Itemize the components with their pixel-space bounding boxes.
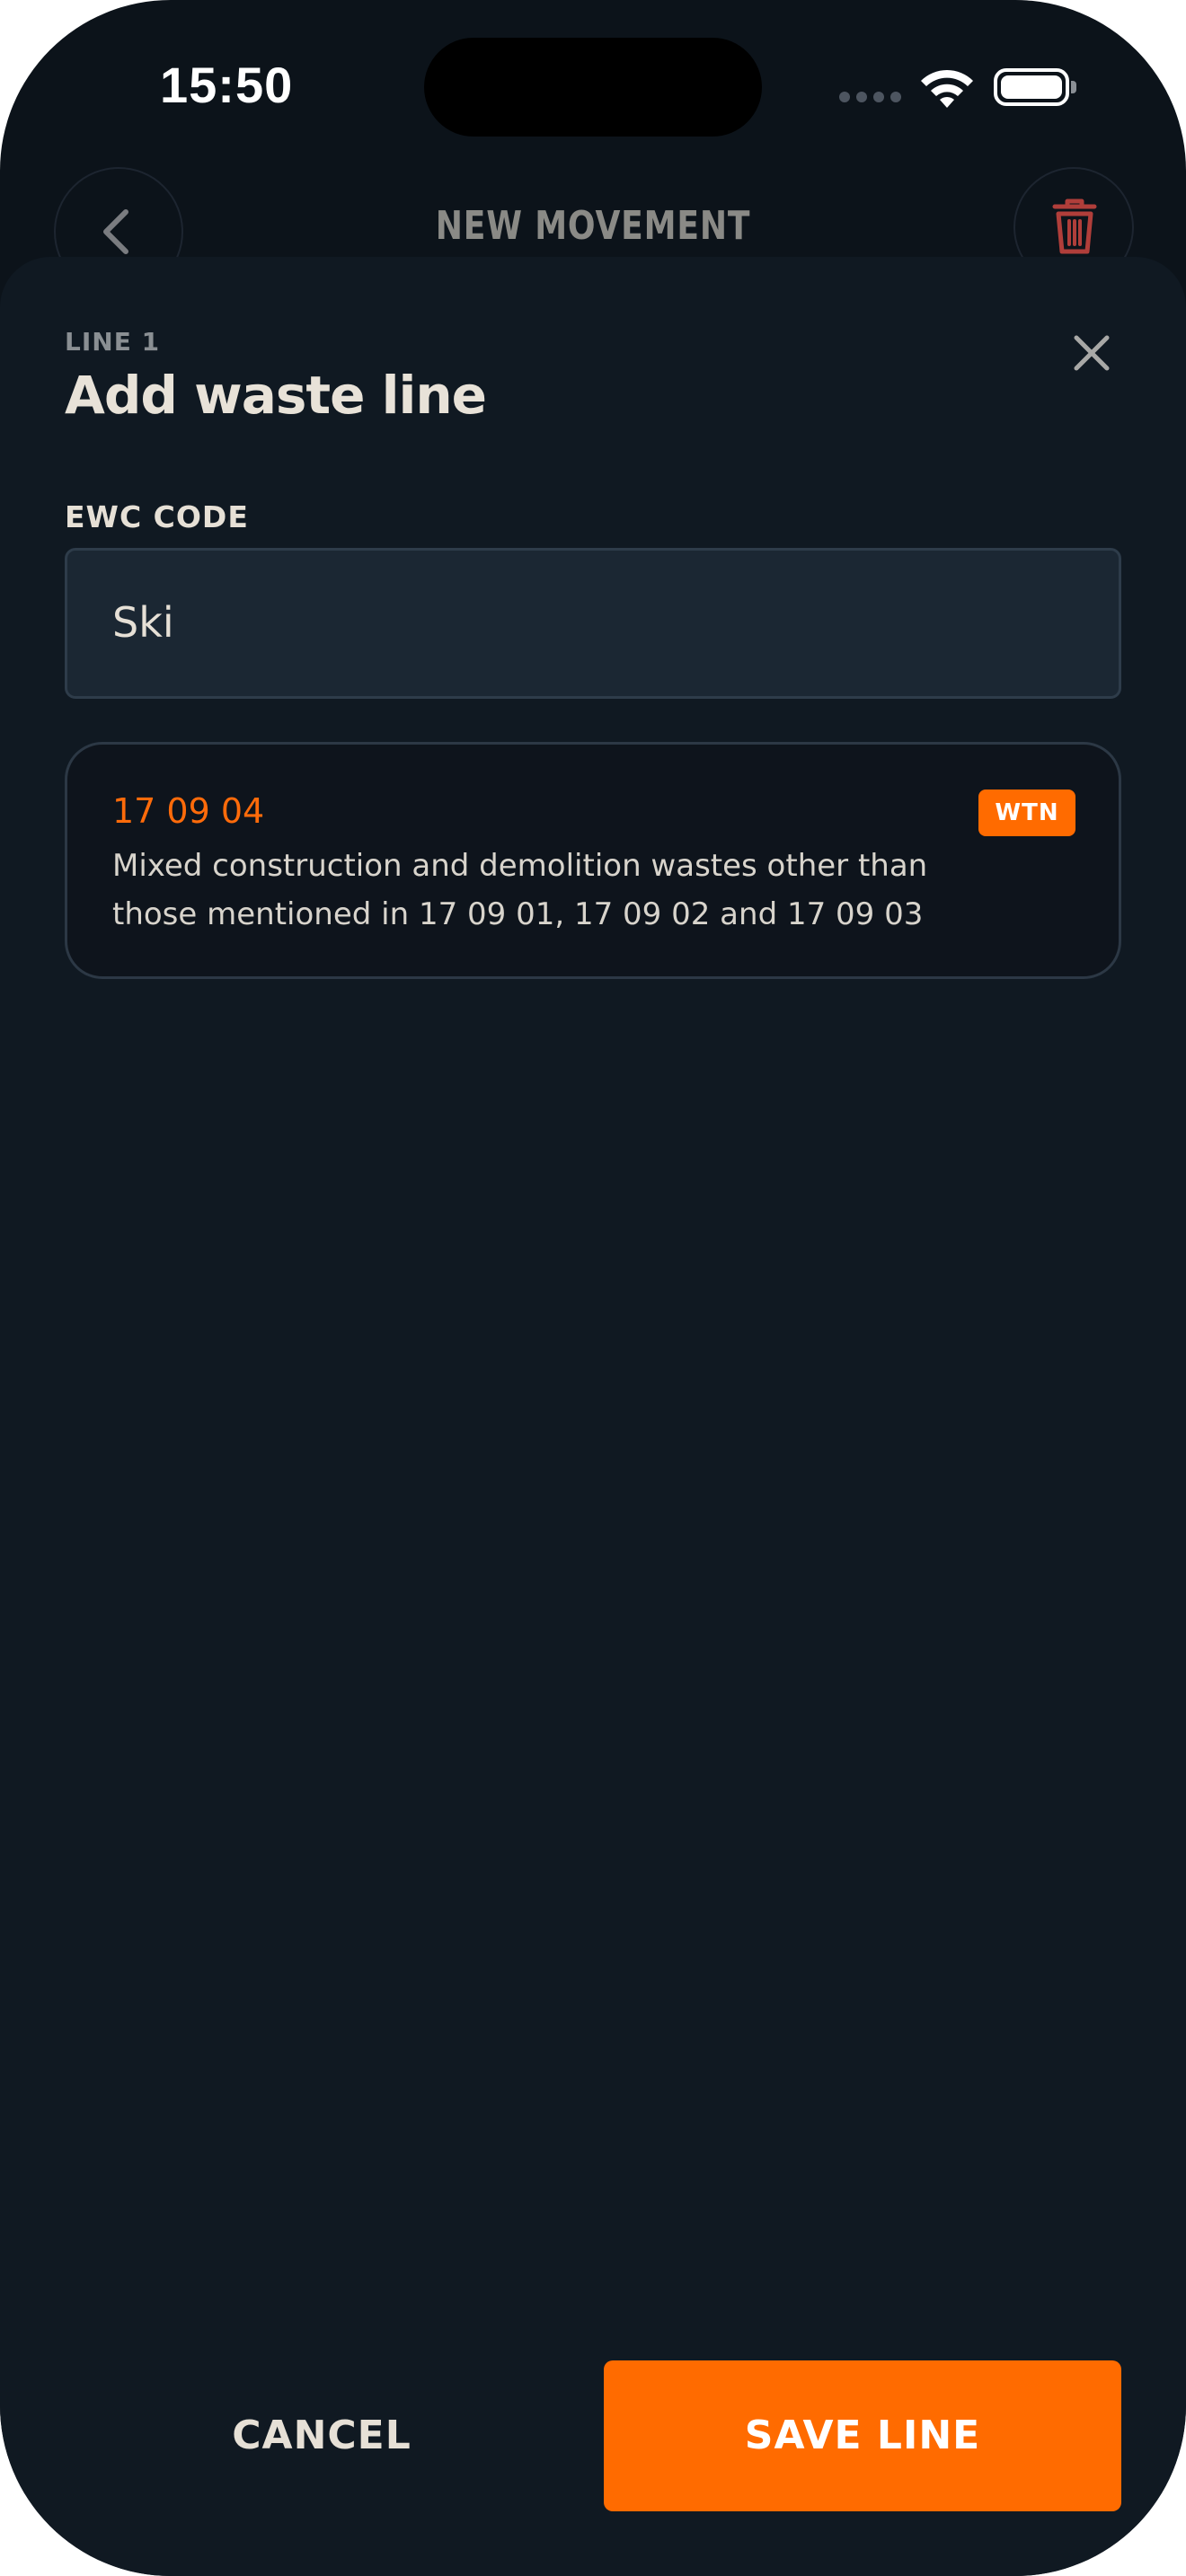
ewc-result-code: 17 09 04 xyxy=(112,791,265,831)
close-icon[interactable] xyxy=(1069,331,1114,375)
ewc-result-item[interactable]: 17 09 04 WTN Mixed construction and demo… xyxy=(65,742,1121,979)
phone-screen: 15:50 NEW MOVEMENT LINE 1 Add waste line… xyxy=(0,0,1186,2576)
cancel-button[interactable]: CANCEL xyxy=(65,2360,579,2511)
wifi-icon xyxy=(921,69,973,108)
dynamic-island xyxy=(424,38,762,137)
status-time: 15:50 xyxy=(160,57,294,113)
ewc-result-description: Mixed construction and demolition wastes… xyxy=(112,848,928,932)
cellular-signal-icon xyxy=(839,90,902,102)
line-label: LINE 1 xyxy=(65,327,161,357)
page-title: NEW MOVEMENT xyxy=(435,203,751,249)
wtn-badge: WTN xyxy=(978,790,1075,836)
ewc-code-label: EWC CODE xyxy=(65,499,249,534)
ewc-code-input[interactable]: Ski xyxy=(65,548,1121,699)
sheet-title: Add waste line xyxy=(65,365,487,426)
battery-icon xyxy=(994,68,1076,106)
save-line-button[interactable]: SAVE LINE xyxy=(604,2360,1121,2511)
